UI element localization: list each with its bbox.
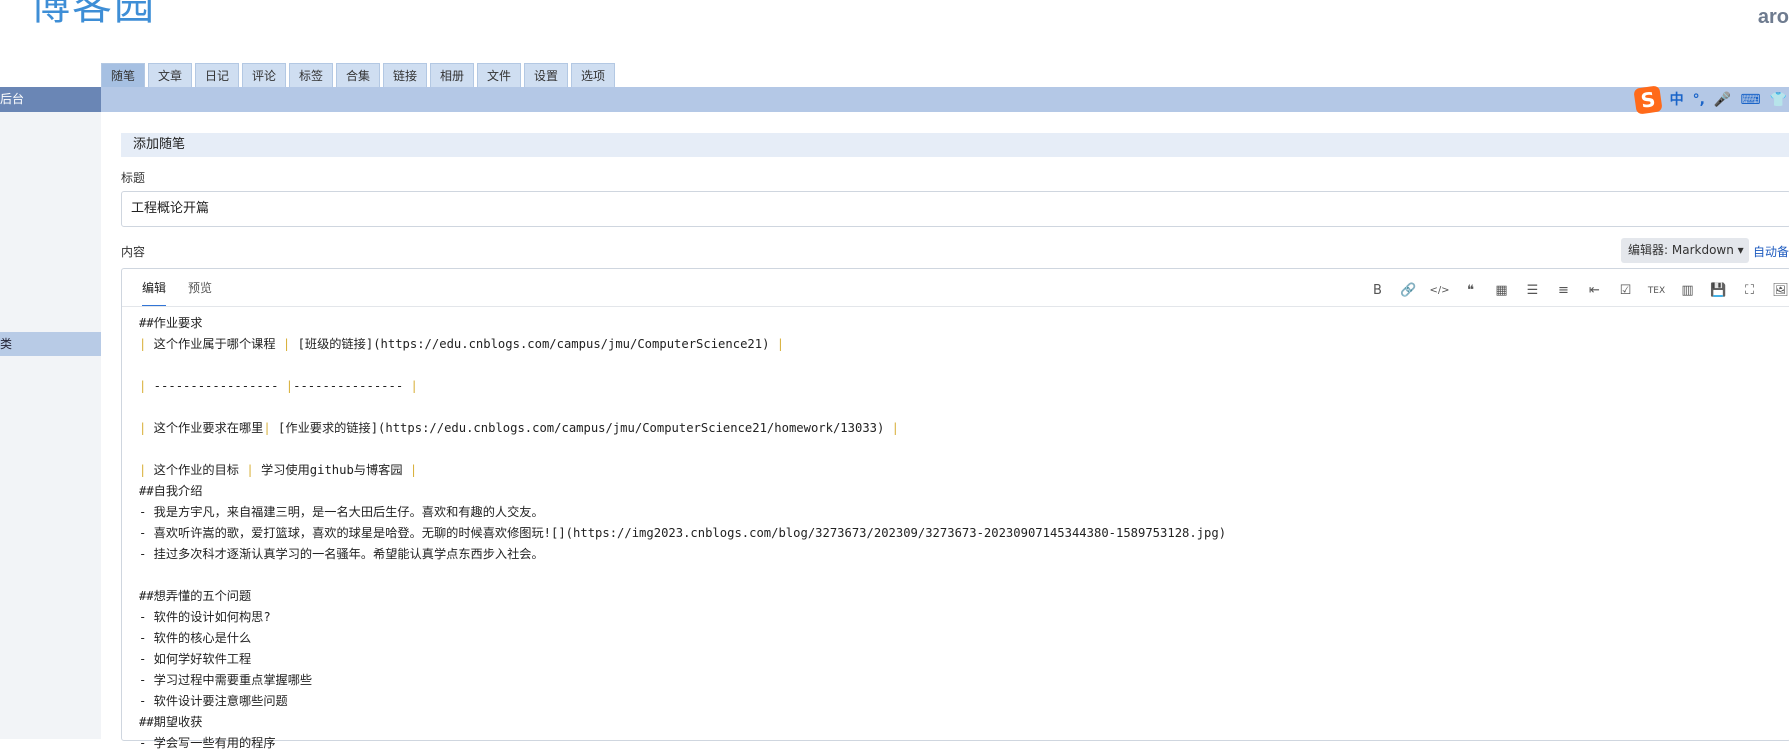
content-line: ##自我介绍 <box>139 484 203 498</box>
tab-tags[interactable]: 标签 <box>289 63 333 87</box>
content-label: 内容 <box>121 245 146 259</box>
editor-toolbar: B 🔗 </> ❝ ▦ ☰ ≡ ⇤ ☑ TEX ▥ 💾 ⛶ 🖼 <box>1368 281 1789 300</box>
top-bar <box>101 87 1789 112</box>
table-icon[interactable]: ▦ <box>1492 281 1511 300</box>
punctuation-icon[interactable]: °, <box>1693 93 1705 107</box>
editor-divider <box>122 306 1789 307</box>
content-line: | ----------------- |--------------- | <box>139 379 418 393</box>
tab-comments[interactable]: 评论 <box>242 63 286 87</box>
checkbox-icon[interactable]: ☑ <box>1616 281 1635 300</box>
content-line: ##作业要求 <box>139 316 203 330</box>
content-line <box>139 439 1789 460</box>
tab-collections[interactable]: 合集 <box>336 63 380 87</box>
content-line: - 挂过多次科才逐渐认真学习的一名骚年。希望能认真学点东西步入社会。 <box>139 547 544 561</box>
tab-articles[interactable]: 文章 <box>148 63 192 87</box>
title-input[interactable]: 工程概论开篇 <box>121 191 1789 227</box>
username[interactable]: aro <box>1758 6 1789 29</box>
ime-toolbar: S 中 °, 🎤 ⌨ 👕 <box>1632 85 1789 115</box>
content-line: ##期望收获 <box>139 715 203 729</box>
tab-links[interactable]: 链接 <box>383 63 427 87</box>
content-line: - 喜欢听许嵩的歌，爱打篮球，喜欢的球星是哈登。无聊的时候喜欢修图玩![](ht… <box>139 526 1227 540</box>
content-line: ##想弄懂的五个问题 <box>139 589 252 603</box>
content-line: - 软件的设计如何构思? <box>139 610 271 624</box>
quote-icon[interactable]: ❝ <box>1461 281 1480 300</box>
content-line: - 如何学好软件工程 <box>139 652 252 666</box>
sidebar-header[interactable]: 后台 <box>0 87 101 112</box>
microphone-icon[interactable]: 🎤 <box>1714 93 1731 107</box>
content-line: - 软件的核心是什么 <box>139 631 252 645</box>
save-icon[interactable]: 💾 <box>1709 281 1728 300</box>
fullscreen-icon[interactable]: ⛶ <box>1740 281 1759 300</box>
keyboard-icon[interactable]: ⌨ <box>1740 93 1760 107</box>
editor-select[interactable]: 编辑器: Markdown ▾ <box>1621 238 1749 263</box>
tab-edit[interactable]: 编辑 <box>142 279 167 307</box>
tab-preview[interactable]: 预览 <box>188 279 212 307</box>
site-logo[interactable]: 博客园 <box>30 0 156 26</box>
sidebar <box>0 112 101 739</box>
content-line: - 软件设计要注意哪些问题 <box>139 694 288 708</box>
markdown-editor: 编辑 预览 B 🔗 </> ❝ ▦ ☰ ≡ ⇤ ☑ TEX ▥ 💾 ⛶ 🖼 ##作业要求 | 这个作业属于哪… <box>121 268 1789 750</box>
tab-files[interactable]: 文件 <box>477 63 521 87</box>
sidebar-item-category[interactable]: 类 <box>0 332 101 356</box>
bold-icon[interactable]: B <box>1368 281 1387 300</box>
tab-albums[interactable]: 相册 <box>430 63 474 87</box>
sogou-logo-icon[interactable]: S <box>1632 85 1663 115</box>
skin-icon[interactable]: 👕 <box>1770 93 1787 107</box>
numbered-list-icon[interactable]: ≡ <box>1554 281 1573 300</box>
content-line <box>139 397 1789 418</box>
outline-icon[interactable]: ⇤ <box>1585 281 1604 300</box>
content-line: - 学会写一些有用的程序 <box>139 736 276 750</box>
tab-settings[interactable]: 设置 <box>524 63 568 87</box>
tab-options[interactable]: 选项 <box>571 63 615 87</box>
bullet-list-icon[interactable]: ☰ <box>1523 281 1542 300</box>
tab-posts[interactable]: 随笔 <box>101 63 145 87</box>
auto-save-link[interactable]: 自动备 <box>1753 243 1789 260</box>
content-line <box>139 355 1789 376</box>
content-line: | 这个作业属于哪个课程 | [班级的链接](https://edu.cnblo… <box>139 337 785 351</box>
title-label: 标题 <box>121 171 146 185</box>
code-icon[interactable]: </> <box>1429 281 1449 300</box>
split-view-icon[interactable]: ▥ <box>1678 281 1697 300</box>
content-line: | 这个作业的目标 | 学习使用github与博客园 | <box>139 463 418 477</box>
content-line: - 我是方宇凡，来自福建三明，是一名大田后生仔。喜欢和有趣的人交友。 <box>139 505 544 519</box>
content-textarea[interactable]: ##作业要求 | 这个作业属于哪个课程 | [班级的链接](https://edu… <box>139 313 1789 754</box>
tab-diary[interactable]: 日记 <box>195 63 239 87</box>
editor-tabs: 编辑 预览 <box>142 279 212 307</box>
chinese-mode-icon[interactable]: 中 <box>1670 93 1684 107</box>
panel-title: 添加随笔 <box>121 133 1789 157</box>
main-tabs: 随笔 文章 日记 评论 标签 合集 链接 相册 文件 设置 选项 <box>101 63 615 87</box>
tex-icon[interactable]: TEX <box>1647 281 1666 300</box>
content-line <box>139 565 1789 586</box>
content-line: | 这个作业要求在哪里| [作业要求的链接](https://edu.cnblo… <box>139 421 900 435</box>
content-line: - 学习过程中需要重点掌握哪些 <box>139 673 313 687</box>
image-icon[interactable]: 🖼 <box>1771 281 1789 300</box>
link-icon[interactable]: 🔗 <box>1399 281 1418 300</box>
